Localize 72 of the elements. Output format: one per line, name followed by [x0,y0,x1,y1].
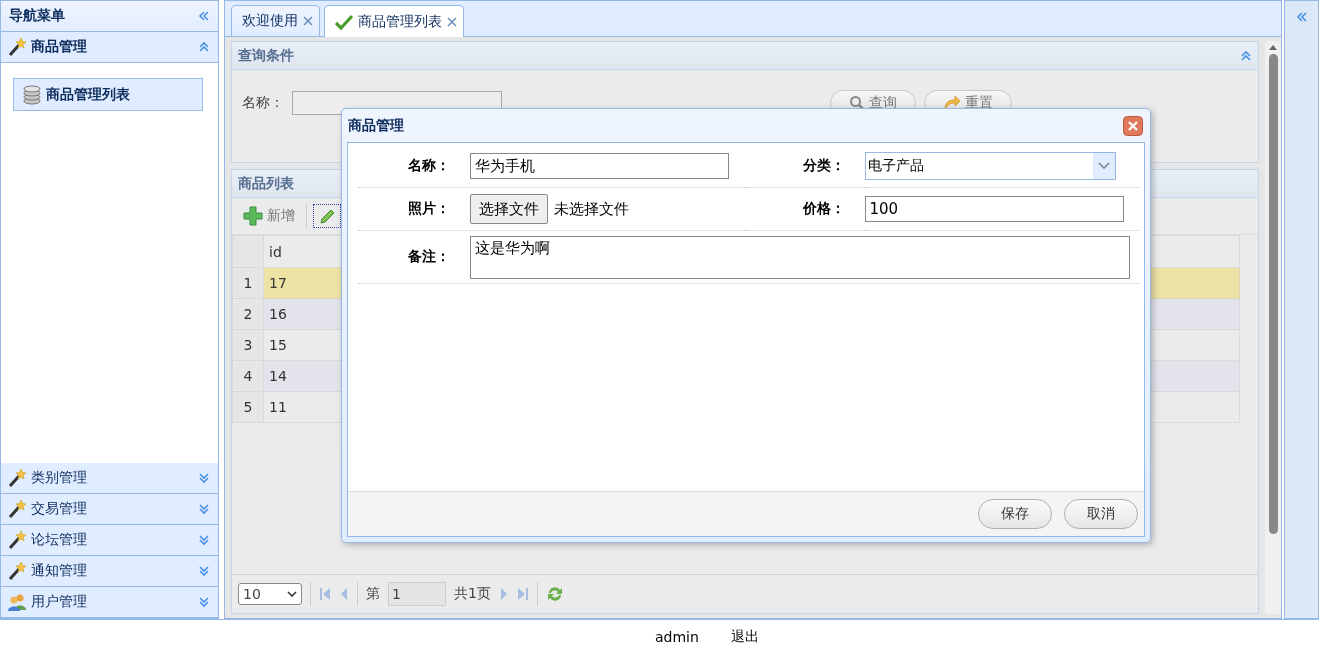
accordion-header[interactable]: 通知管理 [1,556,218,587]
field-label: 照片： [408,200,450,218]
check-icon [335,13,353,30]
text-field[interactable]: 华为手机 [470,153,729,179]
field-label: 分类： [802,157,845,175]
row-number: 3 [232,329,264,361]
wand-icon [7,37,27,57]
text-field[interactable]: 100 [864,196,1124,222]
collapse-icon[interactable] [198,41,210,53]
field-label: 名称： [242,94,284,112]
dropdown-caret-icon [287,591,297,597]
expand-icon[interactable] [198,534,210,546]
close-icon[interactable] [1123,115,1143,136]
field-label: 备注： [408,248,450,266]
user-name: admin [655,629,699,645]
users-icon [7,593,27,611]
select-field[interactable]: 电子产品 [864,152,1116,180]
close-icon[interactable] [447,16,457,27]
row-number: 1 [232,267,264,299]
expand-icon[interactable] [198,565,210,577]
wand-icon [7,561,27,581]
expand-icon[interactable] [198,503,210,515]
accordion-header[interactable]: 论坛管理 [1,525,218,556]
previous-page-icon[interactable] [339,587,349,601]
refresh-icon[interactable] [545,585,564,603]
collapse-icon[interactable] [1240,49,1252,62]
accordion-header[interactable]: 交易管理 [1,494,218,525]
accordion-header[interactable]: 商品管理 [1,32,218,63]
row-number: 5 [232,391,264,423]
page-total: 共1页 [454,585,491,603]
choose-file-button[interactable]: 选择文件 [470,194,548,224]
accordion-header[interactable]: 用户管理 [1,587,218,618]
database-icon [22,84,42,105]
file-status: 未选择文件 [554,199,629,219]
field-label: 名称： [408,157,450,175]
dropdown-caret-icon[interactable] [1097,162,1110,170]
dialog-button[interactable]: 取消 [1064,499,1138,529]
field-label: 价格： [802,200,845,218]
curved-arrow-icon [943,95,961,111]
panel-title: 查询条件 [238,46,294,65]
panel-title: 商品列表 [238,174,294,193]
pencil-icon [318,207,336,225]
notes-field[interactable]: 这是华为啊 [470,235,1130,279]
expand-icon[interactable] [198,472,210,484]
close-icon[interactable] [303,16,313,26]
last-page-icon[interactable] [516,587,529,601]
wand-icon [7,468,27,488]
scroll-up-icon [1269,45,1277,50]
expand-icon[interactable] [198,596,210,608]
page-label: 第 [366,585,380,603]
wand-icon [7,499,27,519]
page-input[interactable]: 1 [388,582,446,606]
tab[interactable]: 商品管理列表 [324,5,464,37]
logout-link[interactable]: 退出 [730,628,759,646]
accordion-header[interactable]: 类别管理 [1,463,218,494]
first-page-icon[interactable] [319,587,331,601]
add-icon [243,206,263,226]
row-number: 2 [232,298,264,330]
scrollbar[interactable] [1265,41,1281,614]
collapse-icon[interactable] [198,10,210,22]
add-button[interactable]: 新增 [238,203,300,229]
dialog-title: 商品管理 [348,116,404,135]
wand-icon [7,530,27,550]
next-page-icon[interactable] [498,587,509,601]
collapse-icon[interactable] [1295,11,1308,23]
row-number: 4 [232,360,264,392]
page-size-select[interactable]: 10 [238,583,302,605]
tab[interactable]: 欢迎使用 [231,5,320,36]
menu-item[interactable]: 商品管理列表 [13,78,203,111]
sidebar-title: 导航菜单 [9,7,65,25]
search-icon [849,95,865,111]
dialog-button[interactable]: 保存 [978,499,1052,529]
